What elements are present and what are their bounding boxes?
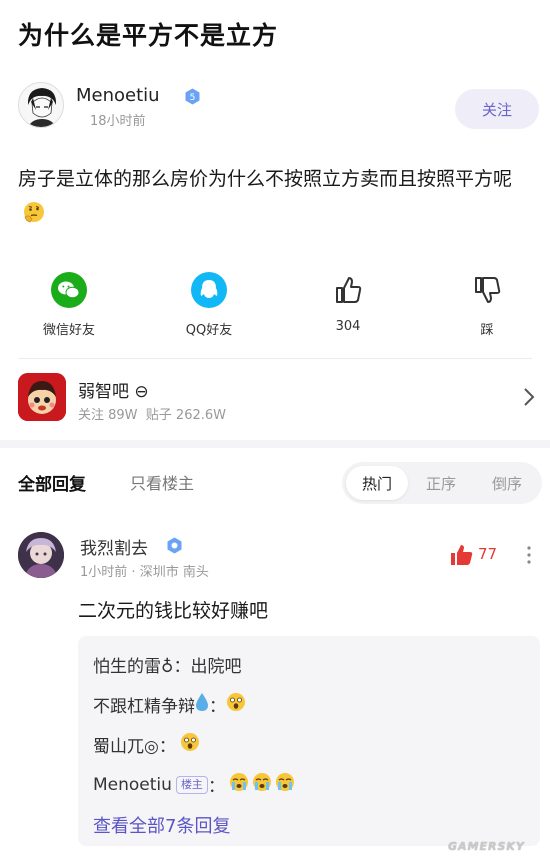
sub-replies-box[interactable]: 怕生的雷♁：出院吧 不跟杠精争辩 ： 蜀山兀◎： Menoetiu 楼主： 查看全… — [78, 636, 540, 846]
sub-reply-author[interactable]: 不跟杠精争辩 — [93, 692, 195, 717]
tab-all-replies[interactable]: 全部回复 — [18, 470, 86, 495]
like-button[interactable]: 304 — [298, 270, 398, 334]
dislike-label: 踩 — [480, 323, 494, 338]
thumbs-up-icon — [330, 272, 366, 308]
sub-reply-sep: ： — [158, 737, 176, 757]
thumbs-down-icon — [469, 272, 505, 308]
sub-reply-author[interactable]: 怕生的雷♁ — [93, 652, 173, 677]
verified-badge-icon: 5 — [185, 88, 200, 105]
author-row: Menoetiu 5 18小时前 关注 — [18, 82, 539, 134]
post-time: 18小时前 — [90, 114, 146, 129]
sort-desc-button[interactable]: 倒序 — [476, 466, 538, 500]
share-wechat-label: 微信好友 — [42, 323, 95, 338]
thumbs-up-filled-icon — [451, 545, 473, 565]
author-name[interactable]: Menoetiu — [76, 85, 160, 106]
like-count: 304 — [335, 319, 361, 334]
sub-reply-3[interactable]: 蜀山兀◎： — [93, 732, 200, 757]
chevron-right-icon — [524, 388, 535, 406]
sort-toggle: 热门 正序 倒序 — [342, 462, 542, 504]
sub-reply-text: 出院吧 — [190, 657, 242, 677]
forum-followers: 关注 89W — [78, 408, 138, 423]
forum-logo — [18, 373, 66, 421]
reply-author-name[interactable]: 我烈割去 — [80, 534, 148, 559]
verified-badge-icon — [167, 537, 182, 554]
svg-text:5: 5 — [190, 93, 196, 103]
crying-face-icon — [252, 772, 272, 797]
sub-reply-sep: ： — [173, 657, 191, 677]
follow-button[interactable]: 关注 — [455, 89, 539, 129]
sub-reply-author[interactable]: Menoetiu — [93, 775, 172, 795]
forum-stats: 关注 89W 贴子 262.6W — [78, 404, 226, 423]
sub-reply-author[interactable]: 蜀山兀◎ — [93, 732, 159, 757]
share-qq-label: QQ好友 — [185, 323, 233, 338]
post-title: 为什么是平方不是立方 — [18, 21, 279, 50]
thinking-face-icon — [22, 199, 46, 237]
reply-time: 1小时前 — [80, 565, 128, 580]
qq-icon — [191, 272, 227, 308]
dislike-button[interactable]: 踩 — [437, 270, 537, 338]
reply-avatar[interactable] — [18, 532, 64, 578]
sub-reply-4[interactable]: Menoetiu 楼主： — [93, 772, 295, 797]
shocked-face-icon — [180, 732, 200, 757]
divider — [18, 358, 532, 359]
shocked-face-icon — [226, 692, 246, 717]
op-tag: 楼主 — [175, 775, 208, 794]
tab-op-only[interactable]: 只看楼主 — [130, 470, 194, 494]
wechat-icon — [51, 272, 87, 308]
reply-text: 二次元的钱比较好赚吧 — [78, 600, 269, 622]
forum-posts: 贴子 262.6W — [145, 408, 226, 423]
post-content: 房子是立体的那么房价为什么不按照立方卖而且按照平方呢 — [18, 160, 533, 237]
crying-face-icon — [275, 772, 295, 797]
more-options-icon[interactable] — [524, 544, 534, 566]
reply-meta: 1小时前 · 深圳市 南头 — [80, 565, 209, 580]
reply-tabs: 全部回复 只看楼主 热门 正序 倒序 — [18, 462, 542, 506]
forum-name-text: 弱智吧 — [78, 382, 129, 402]
section-separator — [0, 440, 550, 448]
share-qq-button[interactable]: QQ好友 — [159, 270, 259, 338]
forum-name: 弱智吧 ⊖ — [78, 377, 149, 402]
share-wechat-button[interactable]: 微信好友 — [19, 270, 119, 338]
sub-reply-sep: ： — [207, 777, 225, 797]
watermark: GAMERSKY — [448, 840, 525, 853]
forum-card[interactable]: 弱智吧 ⊖ 关注 89W 贴子 262.6W — [18, 373, 542, 431]
post-actions: 微信好友 QQ好友 304 踩 — [0, 270, 550, 340]
view-all-replies-link[interactable]: 查看全部7条回复 — [93, 812, 230, 838]
sub-reply-1[interactable]: 怕生的雷♁：出院吧 — [93, 652, 241, 677]
crying-face-icon — [229, 772, 249, 797]
author-avatar[interactable] — [18, 82, 64, 128]
reply-like-count: 77 — [478, 545, 498, 563]
post-content-text: 房子是立体的那么房价为什么不按照立方卖而且按照平方呢 — [18, 168, 513, 190]
reply-like-button[interactable]: 77 — [450, 544, 500, 566]
sub-reply-sep: ： — [209, 697, 226, 717]
forum-level-icon: ⊖ — [134, 382, 149, 402]
sort-asc-button[interactable]: 正序 — [410, 466, 472, 500]
sort-hot-button[interactable]: 热门 — [346, 466, 408, 500]
droplet-icon — [195, 692, 209, 717]
reply-location: 深圳市 南头 — [139, 565, 209, 580]
sub-reply-2[interactable]: 不跟杠精争辩 ： — [93, 692, 246, 717]
